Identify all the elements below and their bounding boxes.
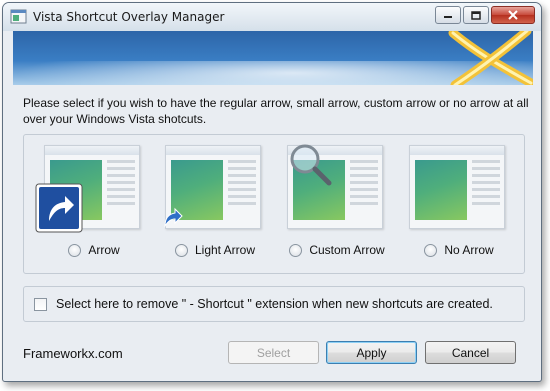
radio-no-arrow[interactable] (424, 243, 438, 257)
magnifier-icon (290, 144, 332, 186)
select-button[interactable]: Select (228, 341, 319, 364)
frameworkx-link[interactable]: Frameworkx.com (23, 346, 123, 361)
instructions-text: Please select if you wish to have the re… (23, 96, 529, 126)
option-arrow[interactable]: Arrow (35, 145, 144, 265)
remove-extension-label[interactable]: Select here to remove " - Shortcut " ext… (56, 297, 493, 311)
minimize-icon (444, 16, 452, 18)
maximize-icon (471, 10, 481, 20)
preview-thumbnail (409, 145, 505, 229)
caption-buttons (433, 6, 535, 26)
radio-arrow[interactable] (68, 243, 82, 257)
large-shortcut-arrow-icon (35, 183, 83, 233)
close-button[interactable] (491, 6, 535, 24)
app-window: Vista Shortcut Overlay Manager Please se… (2, 2, 542, 382)
arrow-options-group: Arrow Light Arrow Custom Arrow No Arrow (23, 134, 525, 274)
close-icon (508, 10, 518, 20)
option-light-arrow-label[interactable]: Light Arrow (165, 242, 265, 258)
option-arrow-label[interactable]: Arrow (44, 242, 144, 258)
remove-extension-checkbox[interactable] (34, 297, 47, 311)
option-light-arrow[interactable]: Light Arrow (164, 145, 265, 265)
app-icon (10, 9, 27, 24)
apply-button[interactable]: Apply (326, 341, 417, 364)
radio-light-arrow[interactable] (174, 243, 188, 257)
option-no-arrow[interactable]: No Arrow (409, 145, 509, 265)
frameworkx-logo-icon (448, 31, 533, 85)
minimize-button[interactable] (435, 6, 461, 24)
title-bar[interactable]: Vista Shortcut Overlay Manager (3, 3, 541, 31)
small-shortcut-arrow-icon (164, 207, 183, 228)
header-banner (13, 31, 533, 85)
cancel-button[interactable]: Cancel (425, 341, 516, 364)
maximize-button[interactable] (463, 6, 489, 24)
option-no-arrow-label[interactable]: No Arrow (409, 242, 509, 258)
remove-extension-group[interactable]: Select here to remove " - Shortcut " ext… (23, 286, 525, 322)
option-custom-arrow-label[interactable]: Custom Arrow (287, 242, 387, 258)
window-title: Vista Shortcut Overlay Manager (33, 10, 225, 24)
option-custom-arrow[interactable]: Custom Arrow (287, 144, 387, 265)
radio-custom-arrow[interactable] (289, 243, 303, 257)
